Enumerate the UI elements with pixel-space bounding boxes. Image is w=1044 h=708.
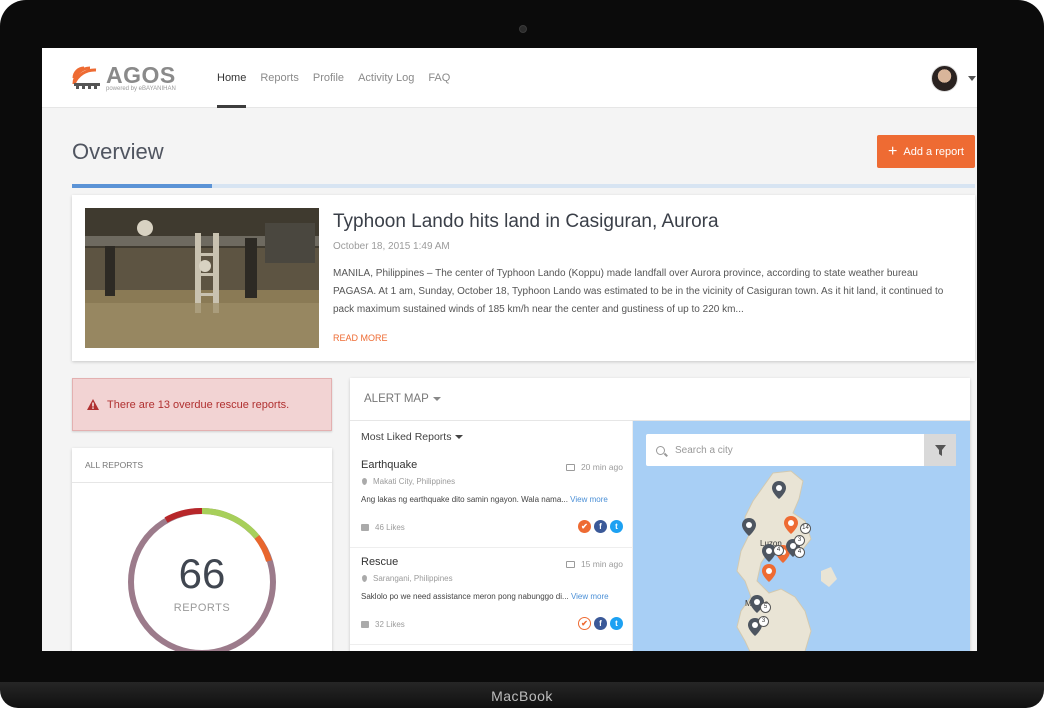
- featured-news-date: October 18, 2015 1:49 AM: [333, 241, 450, 252]
- report-likes-text: 32 Likes: [375, 620, 405, 629]
- user-avatar[interactable]: [931, 65, 958, 92]
- overdue-alert-text: There are 13 overdue rescue reports.: [107, 398, 290, 411]
- report-location: Makati City, Philippines: [361, 477, 455, 486]
- logo-subtext: powered by eBAYANIHAN: [106, 86, 176, 92]
- view-more-link[interactable]: View more: [571, 592, 609, 601]
- map-pin-icon[interactable]: [762, 564, 776, 582]
- thumbs-up-icon: [361, 524, 369, 531]
- filter-icon: [934, 444, 946, 456]
- report-title[interactable]: Rescue: [361, 556, 398, 568]
- location-pin-icon: [362, 575, 367, 582]
- progress-bar: [72, 184, 975, 188]
- thumbs-up-icon: [361, 621, 369, 628]
- report-text: Ang lakas ng earthquake dito samin ngayo…: [361, 495, 608, 504]
- map-pin-icon[interactable]: [742, 518, 756, 536]
- pin-count-badge: 3: [758, 616, 769, 627]
- twitter-icon[interactable]: t: [610, 520, 623, 533]
- all-reports-card: ALL REPORTS 66 REPORTS: [72, 448, 332, 651]
- top-navbar: AGOS powered by eBAYANIHAN Home Reports …: [42, 48, 977, 108]
- alert-map-title: ALERT MAP: [364, 393, 429, 405]
- reports-total: 66: [178, 550, 226, 597]
- alert-map[interactable]: Search a city Luzon Manila 14 3 4 4: [633, 421, 970, 651]
- map-pin-icon[interactable]: [772, 481, 786, 499]
- report-time-text: 15 min ago: [580, 559, 623, 569]
- featured-news-title[interactable]: Typhoon Lando hits land in Casiguran, Au…: [333, 211, 719, 233]
- search-icon: [656, 445, 665, 455]
- signal-logo-icon: [72, 66, 100, 89]
- flood-scene-image: [85, 208, 319, 348]
- read-more-link[interactable]: READ MORE: [333, 333, 388, 343]
- report-excerpt: Ang lakas ng earthquake dito samin ngayo…: [361, 495, 568, 504]
- map-pin-icon[interactable]: [784, 516, 798, 534]
- camera: [519, 25, 527, 33]
- pin-count-badge: 4: [794, 547, 805, 558]
- add-report-button[interactable]: + Add a report: [877, 135, 975, 168]
- chevron-down-icon: [432, 396, 441, 401]
- overdue-alert[interactable]: There are 13 overdue rescue reports.: [72, 378, 332, 431]
- nav-home[interactable]: Home: [217, 48, 247, 108]
- report-likes: 46 Likes: [361, 523, 405, 532]
- report-location: Sarangani, Philippines: [361, 574, 453, 583]
- chevron-down-icon[interactable]: [968, 76, 976, 81]
- report-list: Most Liked Reports Earthquake 20 min ago…: [350, 421, 633, 651]
- report-time-text: 20 min ago: [580, 462, 623, 472]
- warning-icon: [87, 399, 99, 410]
- report-time: 15 min ago: [565, 559, 623, 569]
- pin-count-badge: 5: [760, 602, 771, 613]
- plus-icon: +: [888, 142, 898, 160]
- report-item[interactable]: Rescue 15 min ago Sarangani, Philippines…: [350, 548, 633, 645]
- alert-map-card: ALERT MAP Most Liked Reports Earthquake …: [350, 378, 970, 651]
- city-search-input[interactable]: Search a city: [646, 434, 924, 466]
- report-location-text: Sarangani, Philippines: [373, 574, 453, 583]
- report-time: 20 min ago: [565, 462, 623, 472]
- report-title[interactable]: Earthquake: [361, 459, 417, 471]
- most-liked-filter-label: Most Liked Reports: [361, 431, 452, 443]
- chevron-down-icon: [455, 435, 464, 440]
- add-report-label: Add a report: [903, 145, 964, 158]
- most-liked-filter[interactable]: Most Liked Reports: [361, 431, 464, 443]
- pin-count-badge: 3: [794, 535, 805, 546]
- device-brand-label: MacBook: [491, 688, 553, 704]
- page-title: Overview: [72, 139, 164, 164]
- nav-profile[interactable]: Profile: [313, 48, 344, 108]
- location-pin-icon: [362, 478, 367, 485]
- agos-share-icon[interactable]: ✔: [578, 520, 591, 533]
- social-share: ✔ f t: [575, 617, 623, 630]
- agos-share-icon[interactable]: ✔: [578, 617, 591, 630]
- logo-text: AGOS: [106, 62, 176, 88]
- nav-faq[interactable]: FAQ: [428, 48, 450, 108]
- facebook-icon[interactable]: f: [594, 617, 607, 630]
- progress-fill: [72, 184, 212, 188]
- report-excerpt: Saklolo po we need assistance meron pong…: [361, 592, 569, 601]
- social-share: ✔ f t: [575, 520, 623, 533]
- nav-reports[interactable]: Reports: [260, 48, 299, 108]
- city-search-placeholder: Search a city: [675, 444, 733, 456]
- map-filter-button[interactable]: [924, 434, 956, 466]
- alert-map-header[interactable]: ALERT MAP: [350, 378, 970, 421]
- facebook-icon[interactable]: f: [594, 520, 607, 533]
- pin-count-badge: 14: [800, 523, 811, 534]
- featured-news-body: MANILA, Philippines – The center of Typh…: [333, 268, 944, 315]
- laptop-icon: [565, 463, 575, 471]
- featured-news-card: Typhoon Lando hits land in Casiguran, Au…: [72, 195, 975, 361]
- main-nav: Home Reports Profile Activity Log FAQ: [217, 48, 464, 108]
- report-likes-text: 46 Likes: [375, 523, 405, 532]
- nav-activity-log[interactable]: Activity Log: [358, 48, 414, 108]
- report-location-text: Makati City, Philippines: [373, 477, 456, 486]
- featured-news-image: [85, 208, 319, 348]
- app-screen: AGOS powered by eBAYANIHAN Home Reports …: [42, 48, 977, 651]
- agos-logo[interactable]: AGOS powered by eBAYANIHAN: [72, 62, 192, 94]
- twitter-icon[interactable]: t: [610, 617, 623, 630]
- report-likes: 32 Likes: [361, 620, 405, 629]
- report-item[interactable]: Earthquake 20 min ago Makati City, Phili…: [350, 451, 633, 548]
- view-more-link[interactable]: View more: [570, 495, 608, 504]
- all-reports-header: ALL REPORTS: [72, 448, 332, 483]
- laptop-icon: [565, 560, 575, 568]
- report-text: Saklolo po we need assistance meron pong…: [361, 592, 609, 601]
- pin-count-badge: 4: [773, 545, 784, 556]
- reports-total-label: REPORTS: [173, 602, 231, 614]
